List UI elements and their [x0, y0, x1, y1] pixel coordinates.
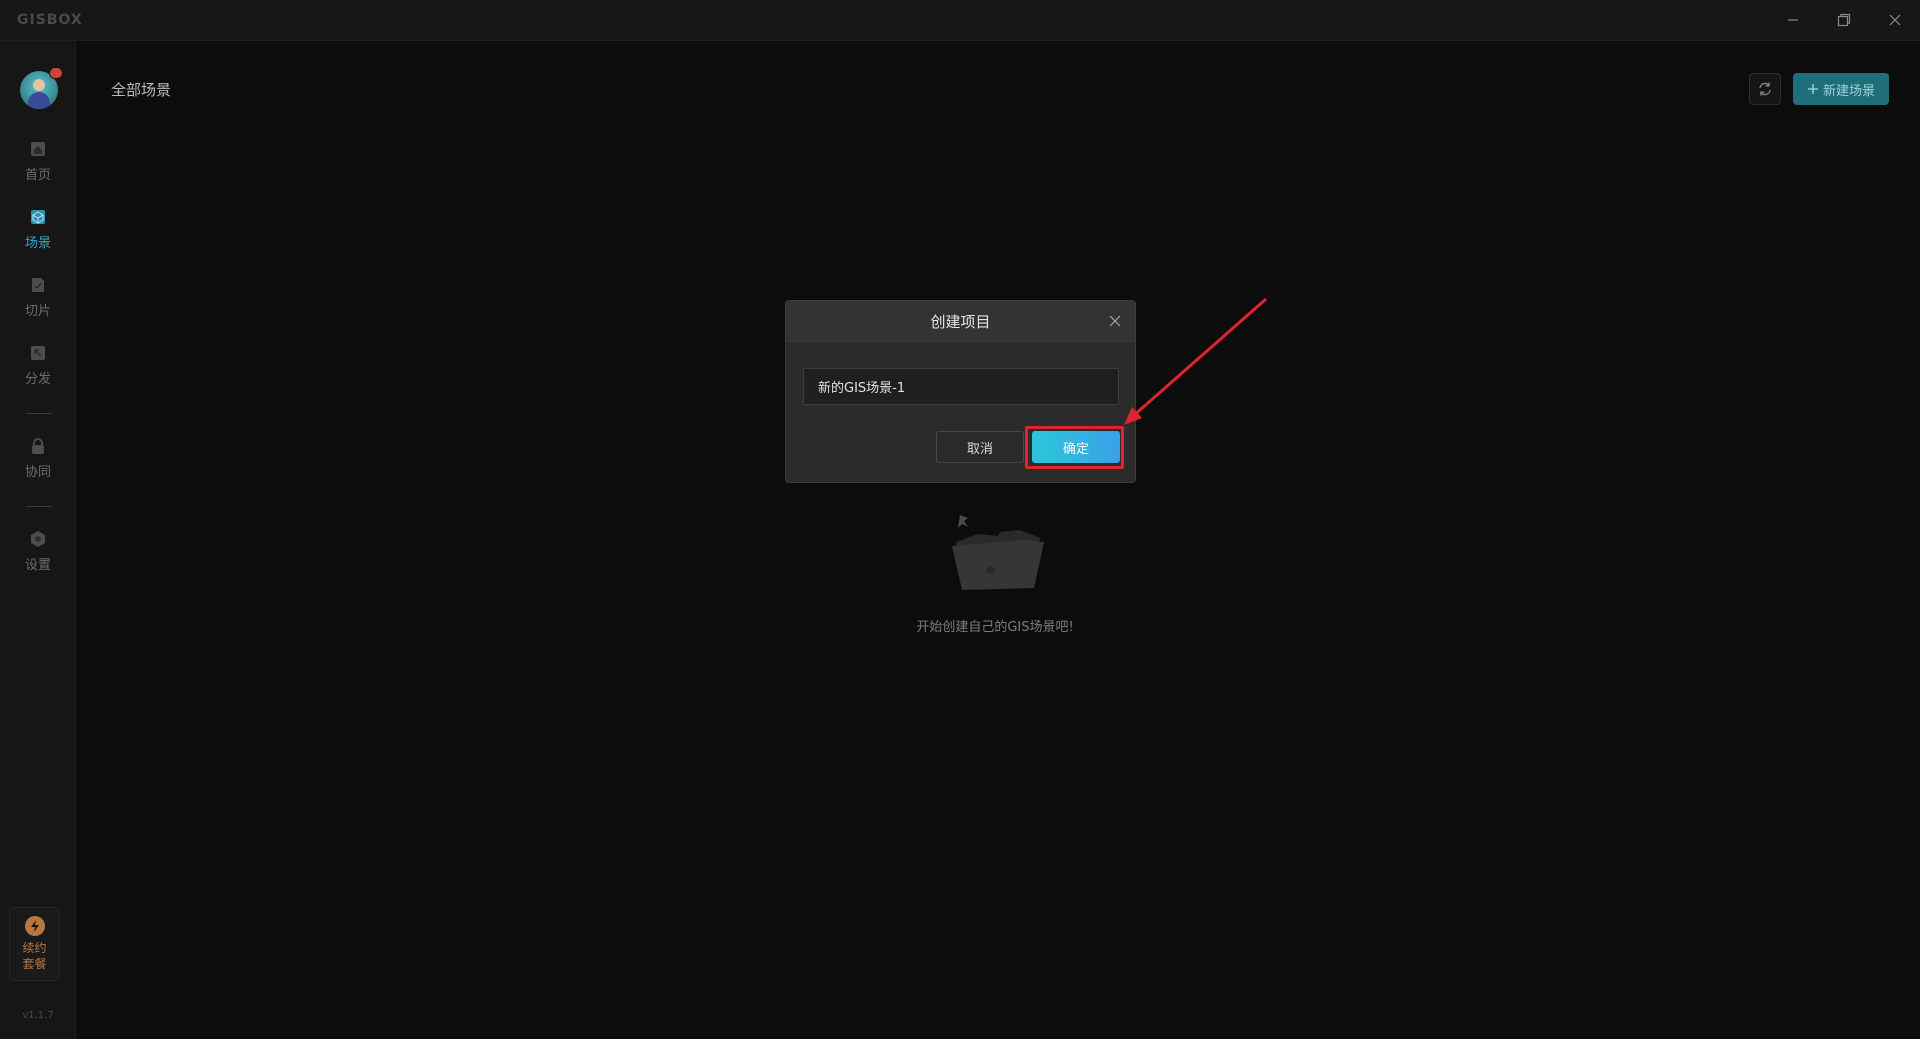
sidebar-item-scene[interactable]: 场景 [0, 207, 76, 263]
title-bar: GISBOX [0, 0, 1920, 41]
close-icon[interactable] [1107, 313, 1123, 329]
plus-icon [1807, 84, 1818, 94]
sidebar-divider [26, 413, 52, 414]
restore-icon [1837, 13, 1851, 27]
minimize-button[interactable] [1773, 6, 1813, 34]
sidebar-item-label: 分发 [24, 372, 51, 387]
sidebar: 首页 场景 切片 分发 协同 设置 续约套餐 v1.1.7 [0, 41, 76, 1039]
avatar[interactable] [20, 67, 63, 109]
sidebar-item-collaborate[interactable]: 协同 [0, 436, 76, 492]
new-scene-label: 新建场景 [1822, 83, 1875, 99]
app-logo: GISBOX [17, 12, 83, 28]
new-scene-button[interactable]: 新建场景 [1793, 73, 1889, 105]
home-icon [28, 139, 48, 159]
sidebar-item-label: 切片 [24, 304, 51, 319]
distribute-icon [28, 343, 48, 363]
cube-icon [28, 207, 48, 227]
renew-plan-button[interactable]: 续约套餐 [9, 907, 60, 981]
confirm-button[interactable]: 确定 [1032, 431, 1120, 463]
lightning-icon [24, 916, 45, 936]
app-version: v1.1.7 [22, 1010, 54, 1021]
restore-button[interactable] [1824, 6, 1864, 34]
project-name-input[interactable] [803, 368, 1119, 405]
close-window-button[interactable] [1875, 6, 1915, 34]
dialog-title: 创建项目 [930, 312, 991, 331]
refresh-button[interactable] [1749, 73, 1781, 105]
sidebar-item-distribute[interactable]: 分发 [0, 343, 76, 399]
empty-state-text: 开始创建自己的GIS场景吧! [916, 620, 1074, 635]
dialog-header: 创建项目 [786, 301, 1135, 342]
lock-icon [28, 436, 48, 456]
page-title: 全部场景 [111, 81, 172, 99]
sidebar-item-label: 场景 [24, 236, 51, 251]
settings-icon [28, 529, 48, 549]
sidebar-item-label: 首页 [24, 168, 51, 183]
notification-badge [49, 67, 63, 79]
refresh-icon [1759, 82, 1771, 96]
renew-plan-label: 续约套餐 [22, 941, 47, 971]
sidebar-item-label: 设置 [24, 558, 51, 573]
minimize-icon [1788, 19, 1798, 21]
annotation-arrow-icon [1124, 297, 1267, 425]
close-icon [1889, 14, 1901, 26]
sidebar-divider [26, 506, 52, 507]
sidebar-item-settings[interactable]: 设置 [0, 529, 76, 585]
create-project-dialog: 创建项目 取消 确定 [785, 300, 1136, 483]
sidebar-item-label: 协同 [24, 465, 51, 480]
empty-folder-icon [952, 515, 1044, 590]
sidebar-item-home[interactable]: 首页 [0, 139, 76, 195]
cancel-button[interactable]: 取消 [936, 431, 1024, 463]
sidebar-item-slice[interactable]: 切片 [0, 275, 76, 331]
slice-doc-icon [28, 275, 48, 295]
